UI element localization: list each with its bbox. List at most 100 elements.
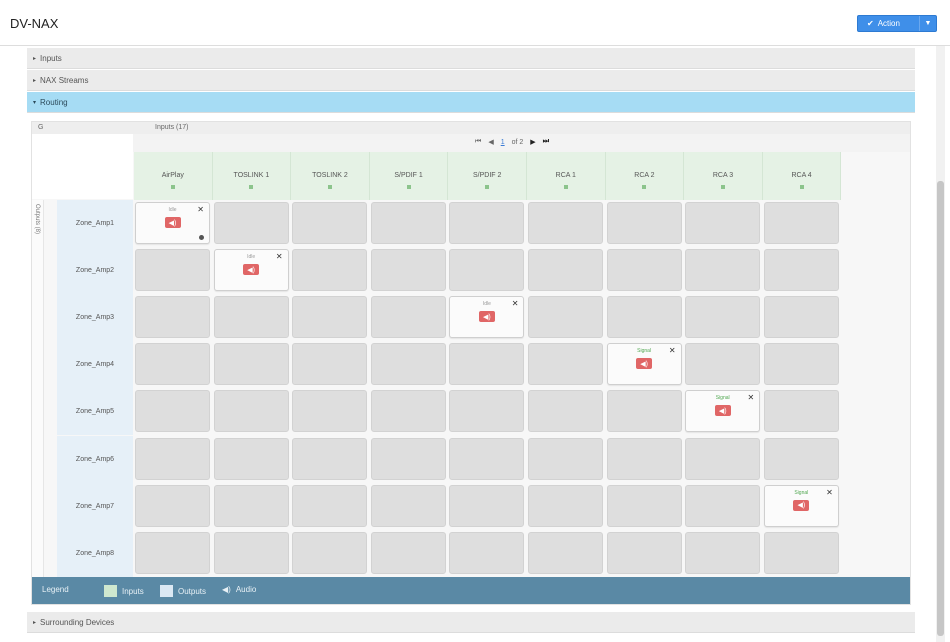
section-inputs[interactable]: ▸ Inputs xyxy=(27,48,915,69)
next-page-icon[interactable]: ▶ xyxy=(530,138,535,146)
last-page-icon[interactable]: ⏭ xyxy=(543,138,549,146)
route-cell[interactable] xyxy=(763,531,839,574)
input-column-header[interactable]: TOSLINK 2 xyxy=(291,152,370,200)
route-cell[interactable] xyxy=(449,202,525,244)
route-cell[interactable] xyxy=(292,531,368,574)
route-cell[interactable] xyxy=(213,202,289,244)
scrollbar[interactable] xyxy=(936,46,945,642)
close-icon[interactable]: ✕ xyxy=(747,393,754,402)
output-row-header[interactable]: Zone_Amp8 xyxy=(57,529,133,577)
output-row-header[interactable]: Zone_Amp5 xyxy=(57,388,133,436)
route-cell[interactable] xyxy=(606,390,682,433)
speaker-icon[interactable]: ◀) xyxy=(636,358,653,370)
route-cell[interactable] xyxy=(685,296,761,339)
section-surrounding-devices[interactable]: ▸ Surrounding Devices xyxy=(27,612,915,633)
first-page-icon[interactable]: ⏮ xyxy=(475,138,481,146)
route-cell[interactable] xyxy=(685,531,761,574)
output-row-header[interactable]: Zone_Amp4 xyxy=(57,341,133,389)
route-cell[interactable] xyxy=(135,296,210,339)
input-column-header[interactable]: S/PDIF 1 xyxy=(369,152,449,200)
route-cell[interactable] xyxy=(213,390,289,433)
close-icon[interactable]: ✕ xyxy=(197,205,204,214)
speaker-icon[interactable]: ◀) xyxy=(478,311,495,323)
route-cell-active[interactable]: Signal ✕ ◀) xyxy=(763,484,839,527)
section-nax-streams[interactable]: ▸ NAX Streams xyxy=(27,70,915,91)
route-cell[interactable] xyxy=(370,343,446,386)
input-column-header[interactable]: AirPlay xyxy=(134,152,213,200)
route-cell[interactable] xyxy=(370,531,446,574)
route-cell[interactable] xyxy=(606,249,682,292)
route-cell[interactable] xyxy=(528,390,603,433)
route-cell[interactable] xyxy=(763,390,839,433)
route-cell-active[interactable]: Idle ✕ ◀) xyxy=(135,202,210,244)
input-column-header[interactable]: TOSLINK 1 xyxy=(212,152,292,200)
route-cell[interactable] xyxy=(763,249,839,292)
route-cell[interactable] xyxy=(292,249,368,292)
input-column-header[interactable]: RCA 3 xyxy=(684,152,763,200)
chevron-down-icon[interactable]: ▼ xyxy=(919,16,936,31)
route-cell[interactable] xyxy=(685,202,761,244)
route-cell[interactable] xyxy=(606,202,682,244)
input-column-header[interactable]: S/PDIF 2 xyxy=(448,152,527,200)
close-icon[interactable]: ✕ xyxy=(512,299,519,308)
route-cell[interactable] xyxy=(370,296,446,339)
prev-page-icon[interactable]: ◀ xyxy=(488,138,493,146)
route-cell[interactable] xyxy=(370,484,446,527)
route-cell[interactable] xyxy=(292,343,368,386)
route-cell-active[interactable]: Idle ✕ ◀) xyxy=(213,249,289,292)
route-cell[interactable] xyxy=(292,202,368,244)
route-cell[interactable] xyxy=(606,296,682,339)
input-column-header[interactable]: RCA 1 xyxy=(527,152,606,200)
speaker-icon[interactable]: ◀) xyxy=(243,264,260,276)
route-cell[interactable] xyxy=(292,390,368,433)
route-cell[interactable] xyxy=(370,202,446,244)
route-cell[interactable] xyxy=(763,202,839,244)
current-page[interactable]: 1 xyxy=(501,139,505,146)
route-cell[interactable] xyxy=(528,437,603,480)
route-cell[interactable] xyxy=(528,484,603,527)
output-row-header[interactable]: Zone_Amp6 xyxy=(57,435,133,483)
speaker-icon[interactable]: ◀) xyxy=(714,405,731,417)
route-cell[interactable] xyxy=(449,390,525,433)
route-cell[interactable] xyxy=(292,437,368,480)
route-cell[interactable] xyxy=(606,531,682,574)
action-button[interactable]: ✔ Action ▼ xyxy=(857,15,937,32)
route-cell[interactable] xyxy=(292,296,368,339)
route-cell[interactable] xyxy=(528,202,603,244)
volume-knob-icon[interactable] xyxy=(199,235,204,240)
route-cell[interactable] xyxy=(449,437,525,480)
route-cell[interactable] xyxy=(528,343,603,386)
route-cell[interactable] xyxy=(685,343,761,386)
output-row-header[interactable]: Zone_Amp3 xyxy=(57,294,133,342)
route-cell[interactable] xyxy=(213,531,289,574)
route-cell[interactable] xyxy=(370,437,446,480)
output-row-header[interactable]: Zone_Amp7 xyxy=(57,482,133,530)
route-cell[interactable] xyxy=(135,531,210,574)
route-cell-active[interactable]: Idle ✕ ◀) xyxy=(449,296,525,339)
route-cell[interactable] xyxy=(370,249,446,292)
route-cell-active[interactable]: Signal ✕ ◀) xyxy=(606,343,682,386)
input-column-header[interactable]: RCA 2 xyxy=(605,152,685,200)
route-cell[interactable] xyxy=(606,484,682,527)
route-cell[interactable] xyxy=(135,343,210,386)
scrollbar-thumb[interactable] xyxy=(937,181,944,636)
route-cell[interactable] xyxy=(528,296,603,339)
route-cell[interactable] xyxy=(135,390,210,433)
route-cell[interactable] xyxy=(449,531,525,574)
close-icon[interactable]: ✕ xyxy=(276,252,283,261)
route-cell[interactable] xyxy=(528,531,603,574)
route-cell[interactable] xyxy=(606,437,682,480)
route-cell[interactable] xyxy=(213,437,289,480)
output-row-header[interactable]: Zone_Amp2 xyxy=(57,247,133,295)
route-cell[interactable] xyxy=(449,484,525,527)
route-cell[interactable] xyxy=(763,343,839,386)
route-cell[interactable] xyxy=(135,249,210,292)
route-cell[interactable] xyxy=(449,249,525,292)
route-cell-active[interactable]: Signal ✕ ◀) xyxy=(685,390,761,433)
route-cell[interactable] xyxy=(292,484,368,527)
route-cell[interactable] xyxy=(213,484,289,527)
route-cell[interactable] xyxy=(449,343,525,386)
output-row-header[interactable]: Zone_Amp1 xyxy=(57,200,133,247)
close-icon[interactable]: ✕ xyxy=(826,488,833,497)
route-cell[interactable] xyxy=(135,484,210,527)
